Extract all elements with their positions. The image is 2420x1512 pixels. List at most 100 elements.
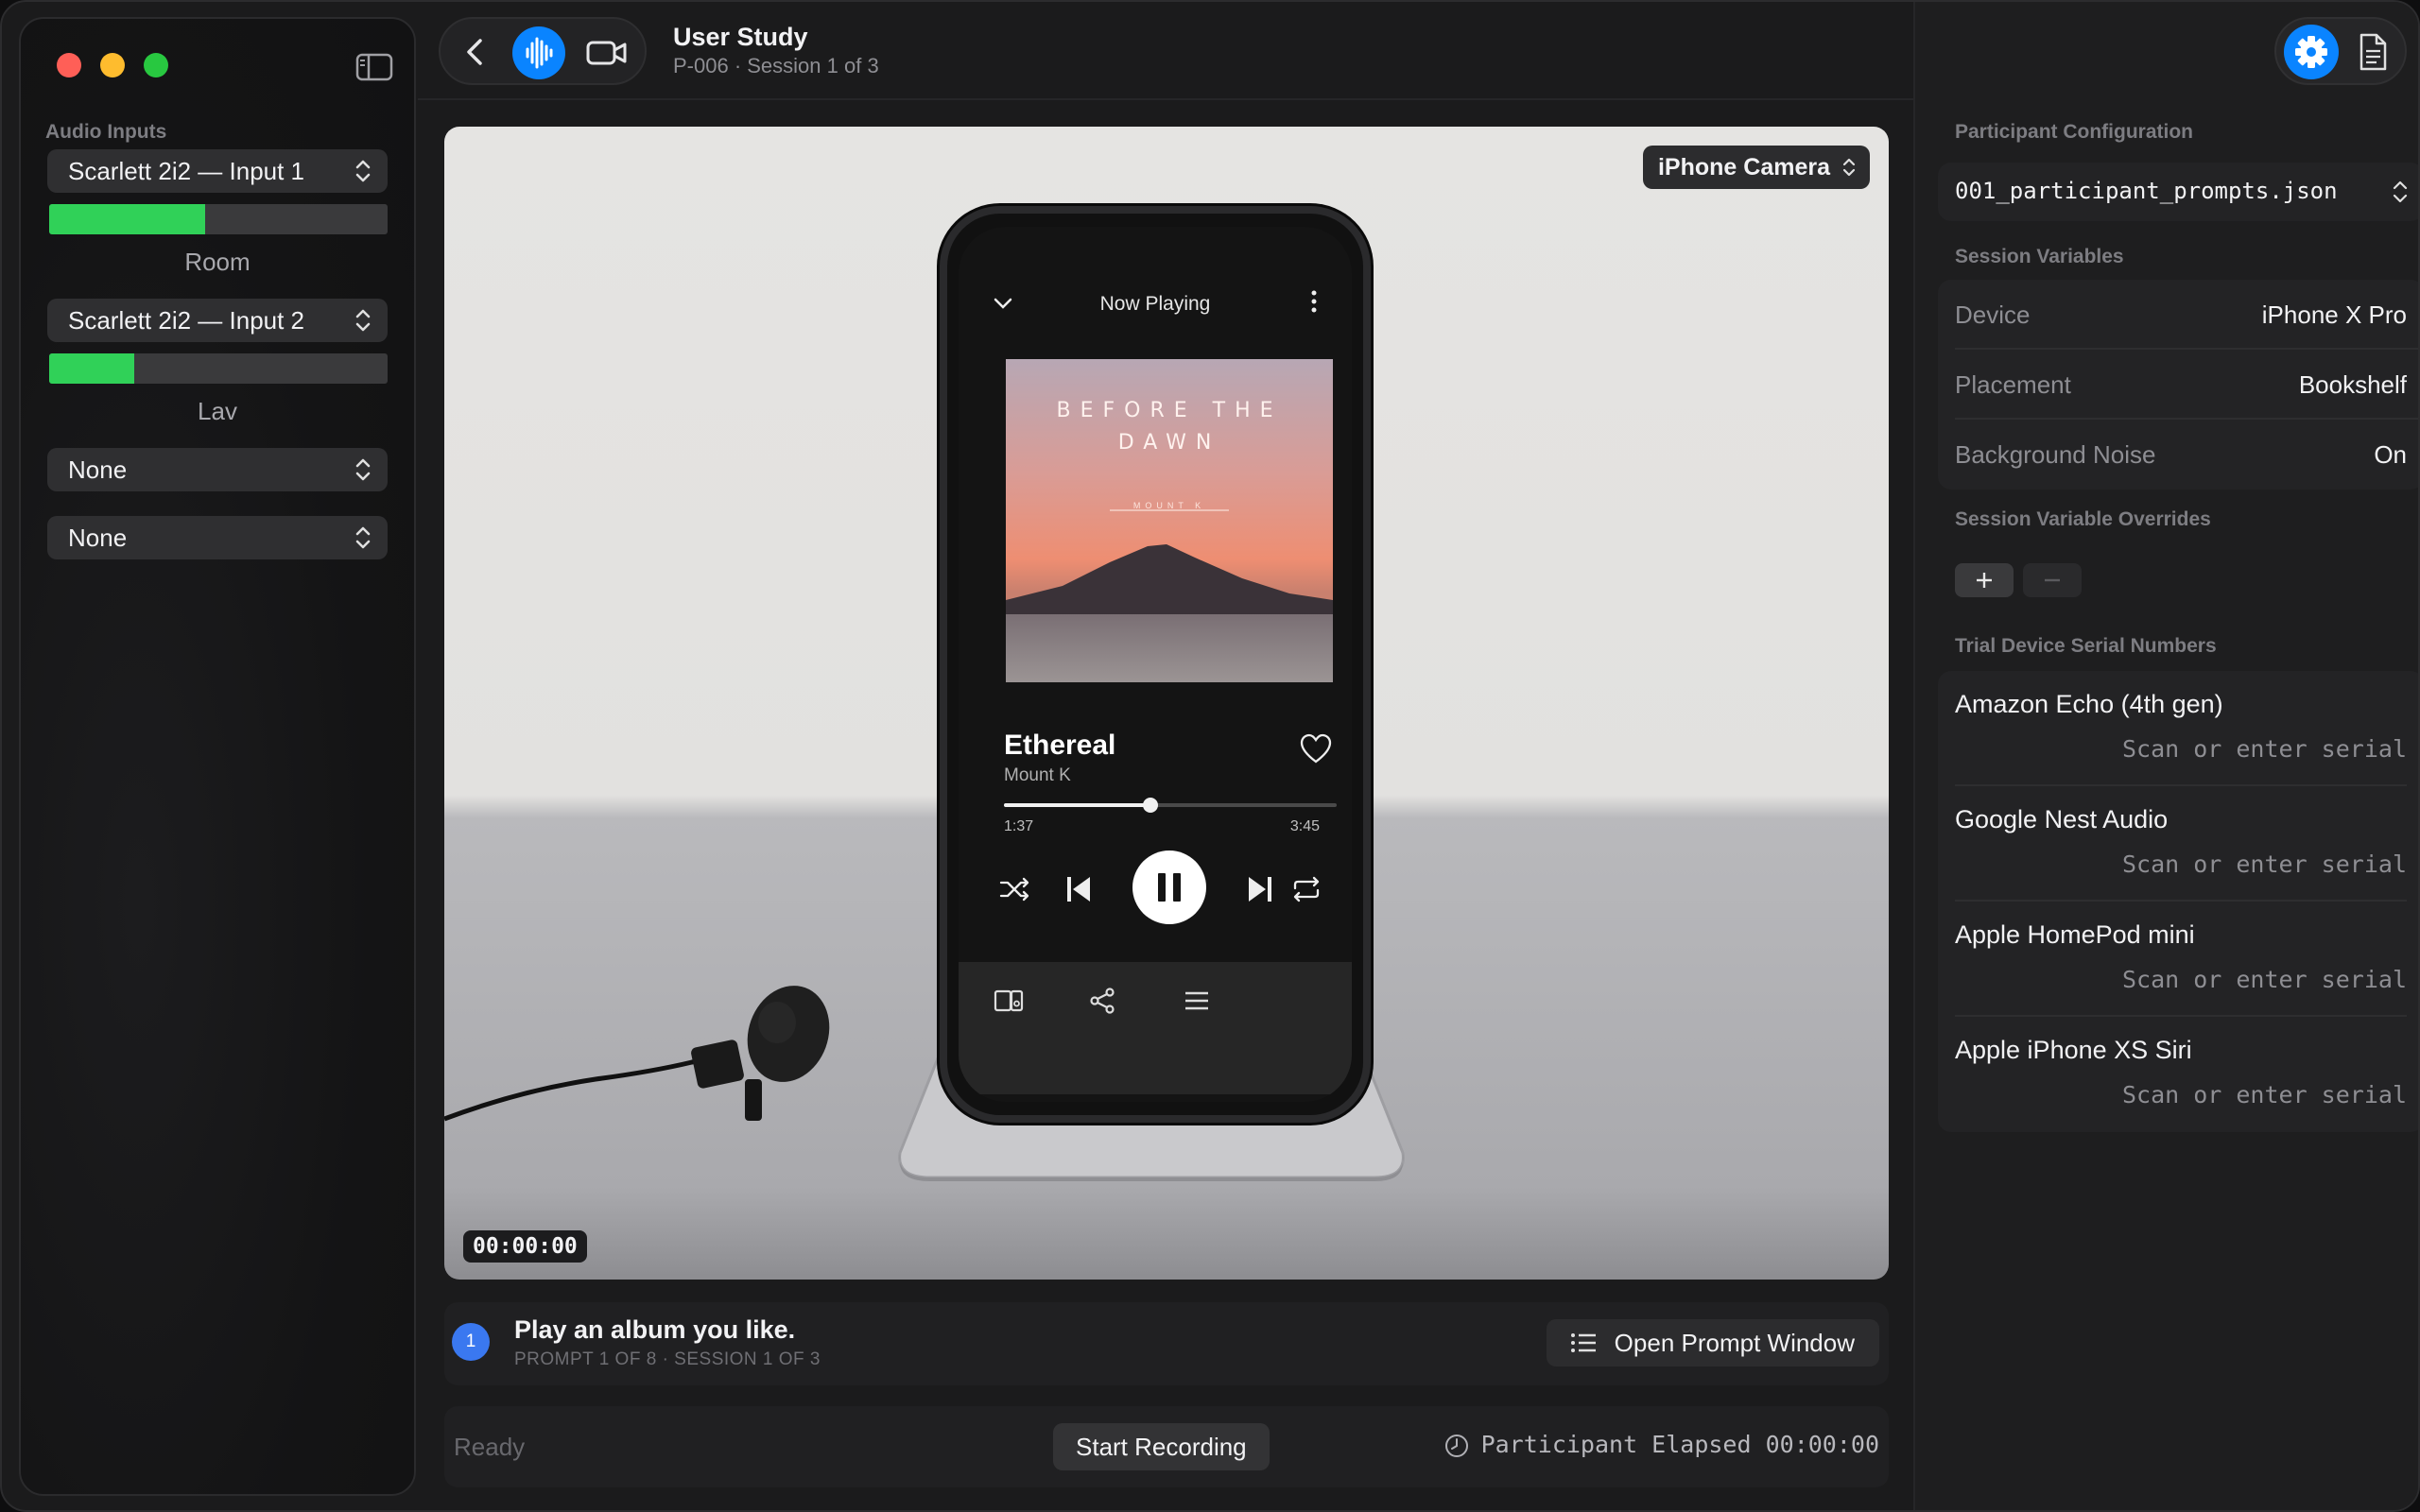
queue-list-icon: [1185, 991, 1208, 1010]
variable-value: iPhone X Pro: [2261, 301, 2407, 329]
phone-screen: Now Playing BEFORE THE DAWN MOUNT K Ethe…: [959, 227, 1352, 1102]
song-title: Ethereal: [1004, 730, 1116, 761]
serial-row: Google Nest Audio: [1955, 786, 2407, 902]
sidebar-toggle-icon[interactable]: [355, 53, 393, 81]
playback-progress: [1004, 798, 1337, 813]
audio-input-1-value: Scarlett 2i2 — Input 1: [68, 157, 305, 185]
serial-input[interactable]: [2010, 850, 2407, 878]
list-icon: [1570, 1333, 1596, 1352]
camera-source-picker[interactable]: iPhone Camera: [1642, 146, 1870, 189]
song-artist: Mount K: [1004, 765, 1071, 785]
participant-config-file: 001_participant_prompts.json: [1955, 178, 2338, 204]
level-fill: [49, 204, 205, 234]
album-art-title: BEFORE THE DAWN: [1056, 399, 1283, 455]
recording-status-bar: Ready Start Recording Participant Elapse…: [444, 1406, 1889, 1487]
updown-chevron-icon: [355, 526, 371, 549]
audio-input-2-picker[interactable]: Scarlett 2i2 — Input 2: [47, 299, 388, 342]
document-icon[interactable]: [2352, 30, 2394, 74]
previous-track-icon: [1067, 877, 1090, 902]
camera-preview: Now Playing BEFORE THE DAWN MOUNT K Ethe…: [444, 127, 1889, 1280]
repeat-icon: [1293, 876, 1320, 902]
minimize-window-button[interactable]: [100, 53, 125, 77]
participant-configuration-label: Participant Configuration: [1955, 121, 2193, 143]
audio-input-1-picker[interactable]: Scarlett 2i2 — Input 1: [47, 149, 388, 193]
variable-key: Background Noise: [1955, 440, 2156, 469]
window-title: User Study: [673, 23, 808, 51]
total-time: 3:45: [1289, 818, 1320, 834]
session-variables-table: Device iPhone X Pro Placement Bookshelf …: [1938, 280, 2418, 490]
mode-toolbar: [439, 17, 647, 85]
window-subtitle: P-006 · Session 1 of 3: [673, 54, 879, 77]
devices-icon: [994, 989, 1024, 1012]
pause-button: [1132, 850, 1206, 924]
zoom-window-button[interactable]: [144, 53, 168, 77]
start-recording-button[interactable]: Start Recording: [1053, 1423, 1270, 1470]
device-name: Amazon Echo (4th gen): [1955, 690, 2223, 718]
heart-icon: [1300, 733, 1332, 764]
audio-input-3-value: None: [68, 455, 128, 484]
serial-row: Apple HomePod mini: [1955, 902, 2407, 1017]
trial-device-serials-list: Amazon Echo (4th gen) Google Nest Audio …: [1938, 671, 2418, 1132]
participant-elapsed: Participant Elapsed 00:00:00: [1443, 1431, 1879, 1458]
serial-input[interactable]: [2010, 735, 2407, 763]
inspector-toolbar: [2274, 17, 2407, 85]
serial-row: Amazon Echo (4th gen): [1955, 671, 2407, 786]
audio-input-4-value: None: [68, 524, 128, 552]
trial-device-serials-label: Trial Device Serial Numbers: [1955, 635, 2217, 657]
close-window-button[interactable]: [57, 53, 81, 77]
sidebar: Audio Inputs Scarlett 2i2 — Input 1 Room…: [19, 17, 416, 1496]
video-timecode: 00:00:00: [463, 1230, 587, 1263]
level-fill: [49, 353, 134, 384]
participant-config-picker[interactable]: 001_participant_prompts.json: [1938, 163, 2418, 221]
settings-button[interactable]: [2284, 25, 2339, 79]
app-window: Audio Inputs Scarlett 2i2 — Input 1 Room…: [0, 0, 2420, 1512]
back-icon[interactable]: [452, 28, 499, 76]
session-variable-row: Placement Bookshelf: [1955, 350, 2418, 420]
album-art-artist: MOUNT K: [1132, 501, 1206, 510]
album-art: BEFORE THE DAWN MOUNT K: [1006, 359, 1333, 682]
add-override-button[interactable]: [1955, 563, 2014, 597]
share-icon: [1090, 988, 1115, 1014]
audio-input-2-value: Scarlett 2i2 — Input 2: [68, 306, 305, 335]
remove-override-button[interactable]: [2023, 563, 2082, 597]
video-camera-icon[interactable]: [582, 30, 631, 76]
waveform-icon: [526, 37, 553, 69]
plus-icon: [1977, 573, 1992, 588]
more-vertical-icon: [1311, 290, 1317, 313]
recording-state: Ready: [454, 1433, 526, 1461]
variable-key: Device: [1955, 301, 2031, 329]
updown-chevron-icon: [355, 309, 371, 332]
device-name: Apple HomePod mini: [1955, 920, 2195, 949]
audio-input-4-picker[interactable]: None: [47, 516, 388, 559]
pause-icon: [1158, 873, 1181, 902]
open-prompt-window-label: Open Prompt Window: [1614, 1329, 1855, 1357]
session-variable-row: Background Noise On: [1955, 420, 2418, 490]
minus-icon: [2045, 578, 2060, 582]
audio-input-2-caption: Lav: [198, 397, 237, 425]
gear-icon: [2295, 36, 2327, 68]
progress-knob: [1142, 798, 1158, 813]
variable-value: On: [2374, 440, 2407, 469]
audio-mode-button[interactable]: [512, 26, 565, 79]
updown-chevron-icon: [355, 160, 371, 182]
audio-input-1-caption: Room: [184, 248, 251, 276]
lavalier-microphone: [444, 986, 830, 1122]
serial-input[interactable]: [2010, 1081, 2407, 1108]
prompt-progress: PROMPT 1 OF 8 · SESSION 1 OF 3: [514, 1349, 821, 1369]
updown-chevron-icon: [355, 458, 371, 481]
inspector-panel: Participant Configuration 001_participan…: [1913, 2, 2418, 1510]
serial-input[interactable]: [2010, 966, 2407, 993]
audio-input-3-picker[interactable]: None: [47, 448, 388, 491]
updown-chevron-icon: [1842, 158, 1856, 177]
device-name: Google Nest Audio: [1955, 805, 2169, 833]
progress-fill: [1004, 803, 1150, 807]
elapsed-time: 1:37: [1004, 818, 1034, 834]
audio-inputs-label: Audio Inputs: [45, 121, 167, 143]
phone-bottom-bar: [959, 962, 1352, 1094]
audio-input-1-level-meter: [49, 204, 388, 234]
open-prompt-window-button[interactable]: Open Prompt Window: [1546, 1319, 1879, 1366]
updown-chevron-icon: [2393, 180, 2408, 203]
phone-device: Now Playing BEFORE THE DAWN MOUNT K Ethe…: [940, 206, 1371, 1123]
serial-row: Apple iPhone XS Siri: [1955, 1017, 2407, 1132]
toolbar-divider: [418, 98, 1913, 100]
